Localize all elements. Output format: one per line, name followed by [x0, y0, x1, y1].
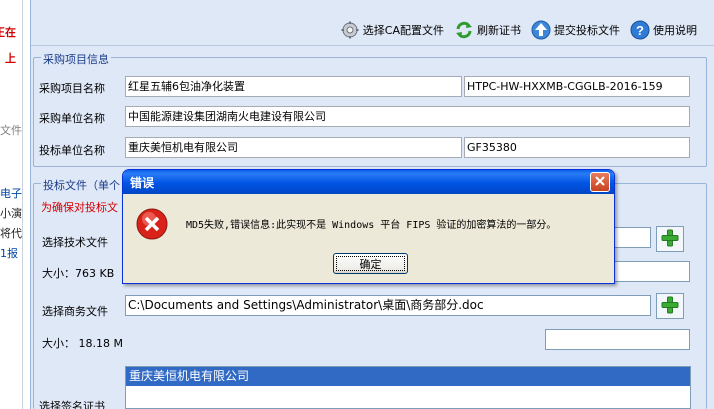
- business-file-label: 选择商务文件: [42, 305, 108, 318]
- toolbar-divider: [31, 45, 714, 46]
- dialog-titlebar[interactable]: 错误: [123, 170, 614, 194]
- business-size-field[interactable]: [545, 329, 690, 350]
- left-panel-item: 将代: [0, 227, 22, 240]
- submit-bid-label: 提交投标文件: [554, 24, 620, 37]
- bidder-field[interactable]: 重庆美恒机电有限公司: [125, 137, 462, 158]
- select-ca-button[interactable]: 选择CA配置文件: [340, 20, 444, 40]
- bid-files-notice: 为确保对投标文: [41, 201, 118, 214]
- error-icon: [136, 208, 168, 243]
- left-panel-item[interactable]: 电子: [0, 185, 22, 201]
- ok-button[interactable]: 确定: [333, 253, 408, 274]
- left-panel-item[interactable]: 1报: [0, 245, 18, 261]
- plus-icon: [661, 229, 679, 250]
- gear-icon: [340, 20, 360, 40]
- left-panel-item: 上: [5, 52, 16, 65]
- error-dialog: 错误 MD5失败,错误信息:此实现不是 Windows 平台 FIPS 验证的加…: [122, 169, 615, 284]
- dialog-body: MD5失败,错误信息:此实现不是 Windows 平台 FIPS 验证的加密算法…: [126, 194, 611, 280]
- refresh-cert-label: 刷新证书: [477, 24, 521, 37]
- toolbar: 选择CA配置文件 刷新证书 提交投标文件 ? 使用说明: [31, 14, 714, 46]
- project-info-legend: 采购项目信息: [41, 51, 111, 67]
- left-panel-item: 小演: [0, 207, 22, 220]
- bidder-label: 投标单位名称: [39, 144, 105, 157]
- business-file-size: 大小： 18.18 M: [42, 337, 123, 350]
- dialog-title: 错误: [130, 175, 155, 190]
- left-panel-item: 正在: [0, 26, 16, 39]
- business-file-field[interactable]: C:\Documents and Settings\Administrator\…: [125, 295, 651, 316]
- cert-list-item[interactable]: 重庆美恒机电有限公司: [126, 367, 690, 386]
- cert-list[interactable]: 重庆美恒机电有限公司: [125, 366, 691, 409]
- close-icon: [594, 175, 606, 190]
- add-business-file-button[interactable]: [656, 293, 684, 319]
- help-button[interactable]: ? 使用说明: [630, 20, 697, 40]
- refresh-cert-button[interactable]: 刷新证书: [454, 20, 521, 40]
- add-tech-file-button[interactable]: [656, 226, 684, 252]
- project-name-label: 采购项目名称: [39, 82, 105, 95]
- tech-size-field[interactable]: [611, 261, 690, 282]
- left-panel: 正在 上 文件 电子 小演 将代 1报: [0, 0, 23, 409]
- refresh-icon: [454, 20, 474, 40]
- svg-text:?: ?: [636, 23, 644, 38]
- sign-cert-label: 选择签名证书: [39, 400, 105, 409]
- select-ca-label: 选择CA配置文件: [362, 24, 444, 37]
- bidder-code-field[interactable]: GF35380: [464, 137, 690, 158]
- dialog-close-button[interactable]: [590, 172, 610, 192]
- project-code-field[interactable]: HTPC-HW-HXXMB-CGGLB-2016-159: [464, 76, 690, 97]
- dialog-message: MD5失败,错误信息:此实现不是 Windows 平台 FIPS 验证的加密算法…: [186, 220, 557, 231]
- tech-file-size: 大小：763 KB: [42, 267, 115, 280]
- help-label: 使用说明: [653, 24, 697, 37]
- submit-bid-button[interactable]: 提交投标文件: [531, 20, 620, 40]
- left-panel-item: 文件: [0, 124, 22, 137]
- bid-files-legend: 投标文件（单个: [41, 177, 122, 193]
- tech-file-label: 选择技术文件: [42, 236, 108, 249]
- plus-icon: [661, 296, 679, 317]
- upload-icon: [531, 20, 551, 40]
- buyer-field[interactable]: 中国能源建设集团湖南火电建设有限公司: [125, 106, 690, 127]
- project-name-field[interactable]: 红星五辅6包油净化装置: [125, 76, 462, 97]
- tech-file-field[interactable]: [611, 227, 651, 248]
- buyer-label: 采购单位名称: [39, 112, 105, 125]
- help-icon: ?: [630, 20, 650, 40]
